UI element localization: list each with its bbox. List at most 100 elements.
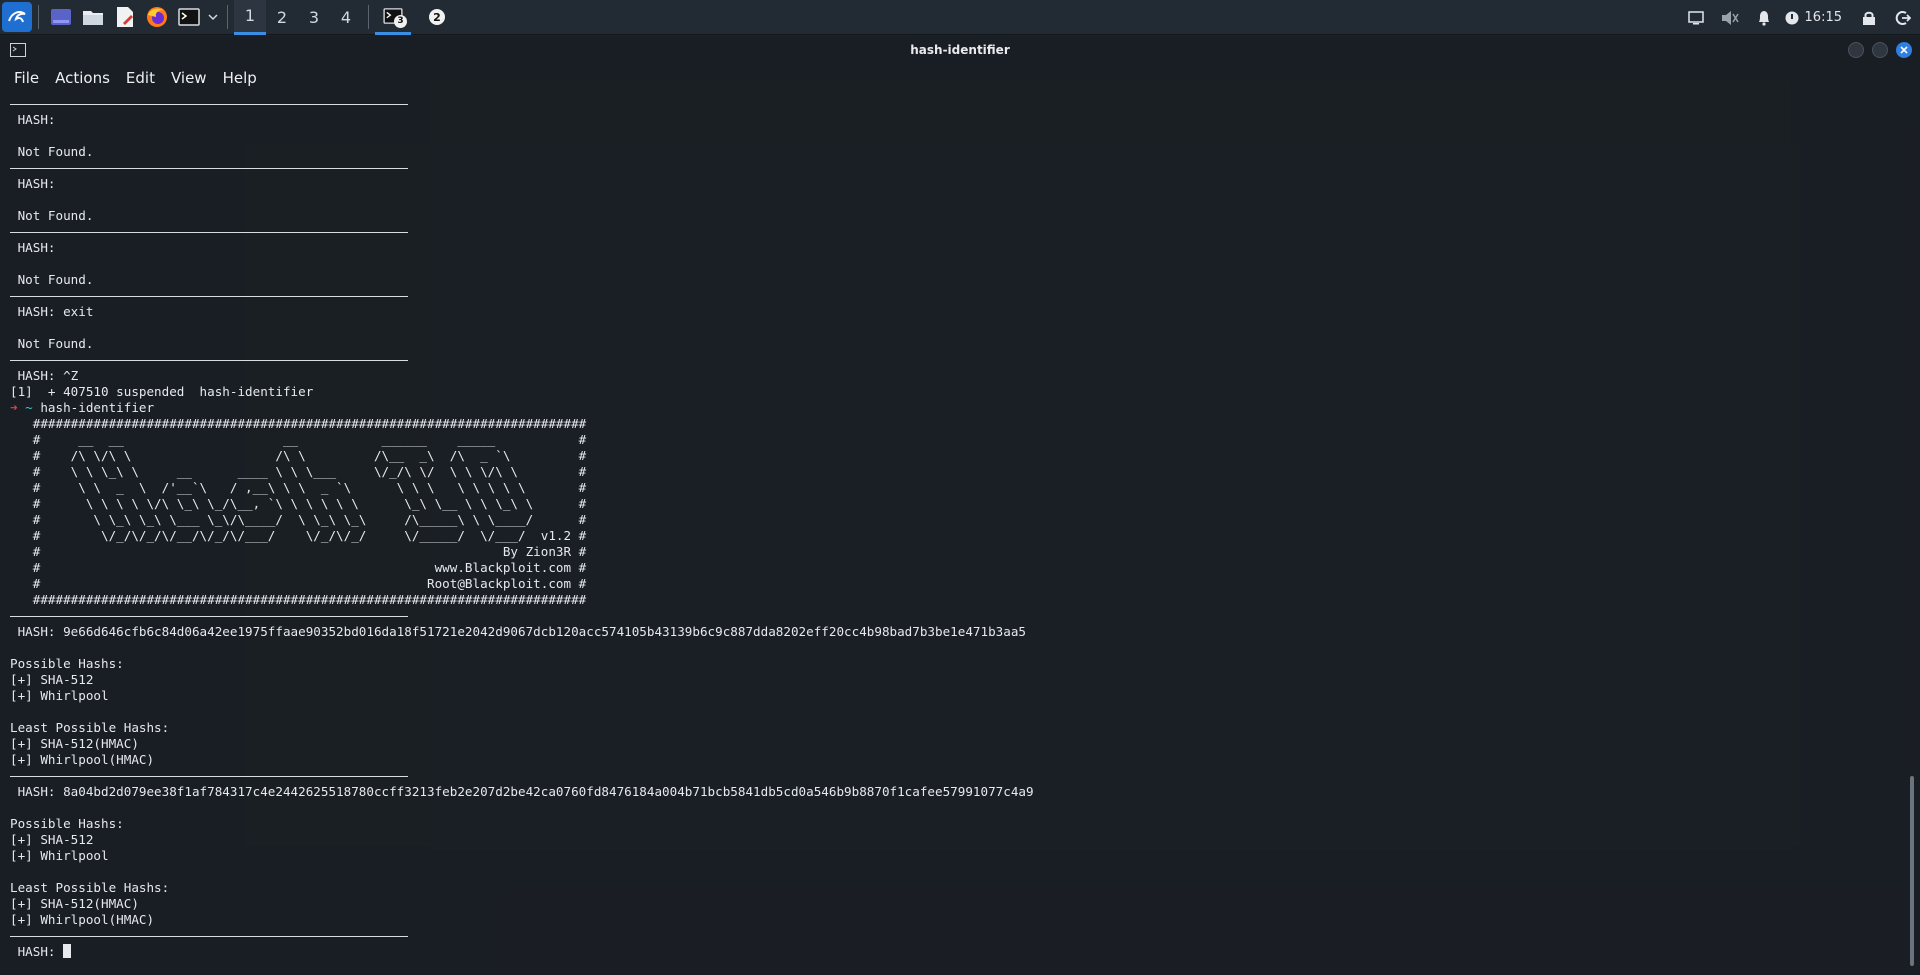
workspace-1[interactable]: 1 (234, 0, 266, 35)
terminal-line: # \ \ _ \ /'__`\ / ,__\ \ \ _ `\ \ \ \ \… (10, 480, 587, 495)
menu-actions[interactable]: Actions (47, 69, 118, 87)
top-panel: 1 2 3 4 3 2 16:15 (0, 0, 1920, 35)
terminal-line: HASH: exit (10, 304, 94, 319)
terminal-line: # \ \_\ \_\ \___ \_\/\____/ \ \_\ \_\ /\… (10, 512, 587, 527)
terminal-line: HASH: 9e66d646cfb6c84d06a42ee1975ffaae90… (10, 624, 1026, 639)
terminal-line: # __ __ __ ______ _____ # (10, 432, 587, 447)
terminal-line: # www.Blackploit.com # (10, 560, 587, 575)
bell-icon (1758, 10, 1769, 26)
terminal-line: [+] Whirlpool(HMAC) (10, 752, 155, 767)
menu-bar: File Actions Edit View Help (0, 64, 1920, 92)
menu-edit[interactable]: Edit (118, 69, 163, 87)
launcher-dropdown-button[interactable] (205, 0, 221, 35)
prompt-arrow-icon: ➜ (10, 400, 18, 415)
terminal-line: HASH: ^Z (10, 368, 79, 383)
hash-input-line[interactable]: HASH: (10, 944, 1906, 960)
show-desktop-button[interactable] (45, 0, 77, 35)
system-tray: 16:15 (1679, 0, 1920, 35)
notification-count-badge: 2 (429, 9, 445, 25)
terminal-line: # \ \ \ \ \/\ \_\ \_/\__, `\ \ \ \ \ \ \… (10, 496, 587, 511)
terminal-line: Not Found. (10, 272, 94, 287)
menu-view[interactable]: View (163, 69, 215, 87)
terminal-line: HASH: 8a04bd2d079ee38f1af784317c4e244262… (10, 784, 1034, 799)
terminal-line: ########################################… (10, 416, 587, 431)
terminal-line: [+] Whirlpool (10, 688, 109, 703)
kali-dragon-icon (2, 2, 32, 32)
terminal-line: Not Found. (10, 336, 94, 351)
lock-icon (1863, 11, 1875, 25)
workspace-2[interactable]: 2 (266, 0, 298, 35)
terminal-line: Possible Hashs: (10, 656, 124, 671)
terminal-line: Not Found. (10, 144, 94, 159)
terminal-line: [1] + 407510 suspended hash-identifier (10, 384, 314, 399)
terminal-window: hash-identifier File Actions Edit View H… (0, 36, 1920, 975)
terminal-icon (10, 43, 26, 57)
logout-button[interactable] (1886, 0, 1920, 35)
close-button[interactable] (1896, 42, 1912, 58)
terminal-line: Not Found. (10, 208, 94, 223)
lock-screen-button[interactable] (1852, 0, 1886, 35)
terminal-line: # \/_/\/_/\/__/\/_/\/___/ \/_/\/_/ \/___… (10, 528, 587, 543)
notifications-tray-button[interactable] (1747, 0, 1781, 35)
separator-rule (10, 608, 1906, 624)
text-editor-icon (117, 7, 133, 27)
menu-help[interactable]: Help (215, 69, 265, 87)
display-tray-button[interactable] (1679, 0, 1713, 35)
window-titlebar[interactable]: hash-identifier (0, 36, 1920, 64)
volume-muted-icon (1721, 10, 1739, 25)
separator-rule (10, 768, 1906, 784)
panel-separator (38, 5, 39, 29)
folder-icon (83, 11, 103, 25)
workspace-3[interactable]: 3 (298, 0, 330, 35)
terminal-line: # By Zion3R # (10, 544, 587, 559)
terminal-line: [+] SHA-512(HMAC) (10, 896, 139, 911)
minimize-button[interactable] (1848, 42, 1864, 58)
terminal-output[interactable]: HASH: Not Found. HASH: Not Found. HASH: … (10, 96, 1906, 971)
terminal-scrollbar[interactable] (1910, 776, 1914, 966)
volume-tray-button[interactable] (1713, 0, 1747, 35)
file-manager-button[interactable] (77, 0, 109, 35)
terminal-line: Possible Hashs: (10, 816, 124, 831)
maximize-button[interactable] (1872, 42, 1888, 58)
text-cursor (63, 944, 72, 958)
logout-icon (1895, 10, 1911, 25)
menu-file[interactable]: File (6, 69, 47, 87)
window-count-badge: 3 (394, 14, 407, 28)
panel-separator (368, 5, 369, 29)
terminal-line: [+] SHA-512 (10, 672, 94, 687)
separator-rule (10, 352, 1906, 368)
firefox-icon (147, 7, 167, 27)
prompt-command: hash-identifier (32, 400, 155, 415)
prompt-cwd: ~ (17, 400, 33, 415)
terminal-line: HASH: (10, 112, 56, 127)
kali-menu-button[interactable] (0, 0, 32, 35)
terminal-line: # /\ \/\ \ /\ \ /\__ _\ /\ _ `\ # (10, 448, 587, 463)
separator-rule (10, 224, 1906, 240)
monitor-icon (1687, 10, 1704, 24)
terminal-line: HASH: (10, 176, 56, 191)
power-status-icon (1785, 11, 1799, 24)
text-editor-button[interactable] (109, 0, 141, 35)
terminal-line: # \ \ \_\ \ __ ____ \ \ \___ \/_/\ \/ \ … (10, 464, 587, 479)
desktop-icon (51, 9, 71, 25)
panel-separator (227, 5, 228, 29)
separator-rule (10, 928, 1906, 944)
firefox-button[interactable] (141, 0, 173, 35)
power-manager-tray-button[interactable] (1781, 0, 1803, 35)
workspace-4[interactable]: 4 (330, 0, 362, 35)
taskbar-terminal-group[interactable]: 3 (375, 0, 411, 35)
terminal-line: # Root@Blackploit.com # (10, 576, 587, 591)
terminal-line: Least Possible Hashs: (10, 720, 170, 735)
terminal-line: [+] SHA-512(HMAC) (10, 736, 139, 751)
clock[interactable]: 16:15 (1805, 10, 1842, 25)
window-title: hash-identifier (910, 43, 1010, 57)
terminal-line: [+] Whirlpool (10, 848, 109, 863)
terminal-launcher-button[interactable] (173, 0, 205, 35)
shell-prompt-line: ➜ ~ hash-identifier (10, 400, 1906, 416)
